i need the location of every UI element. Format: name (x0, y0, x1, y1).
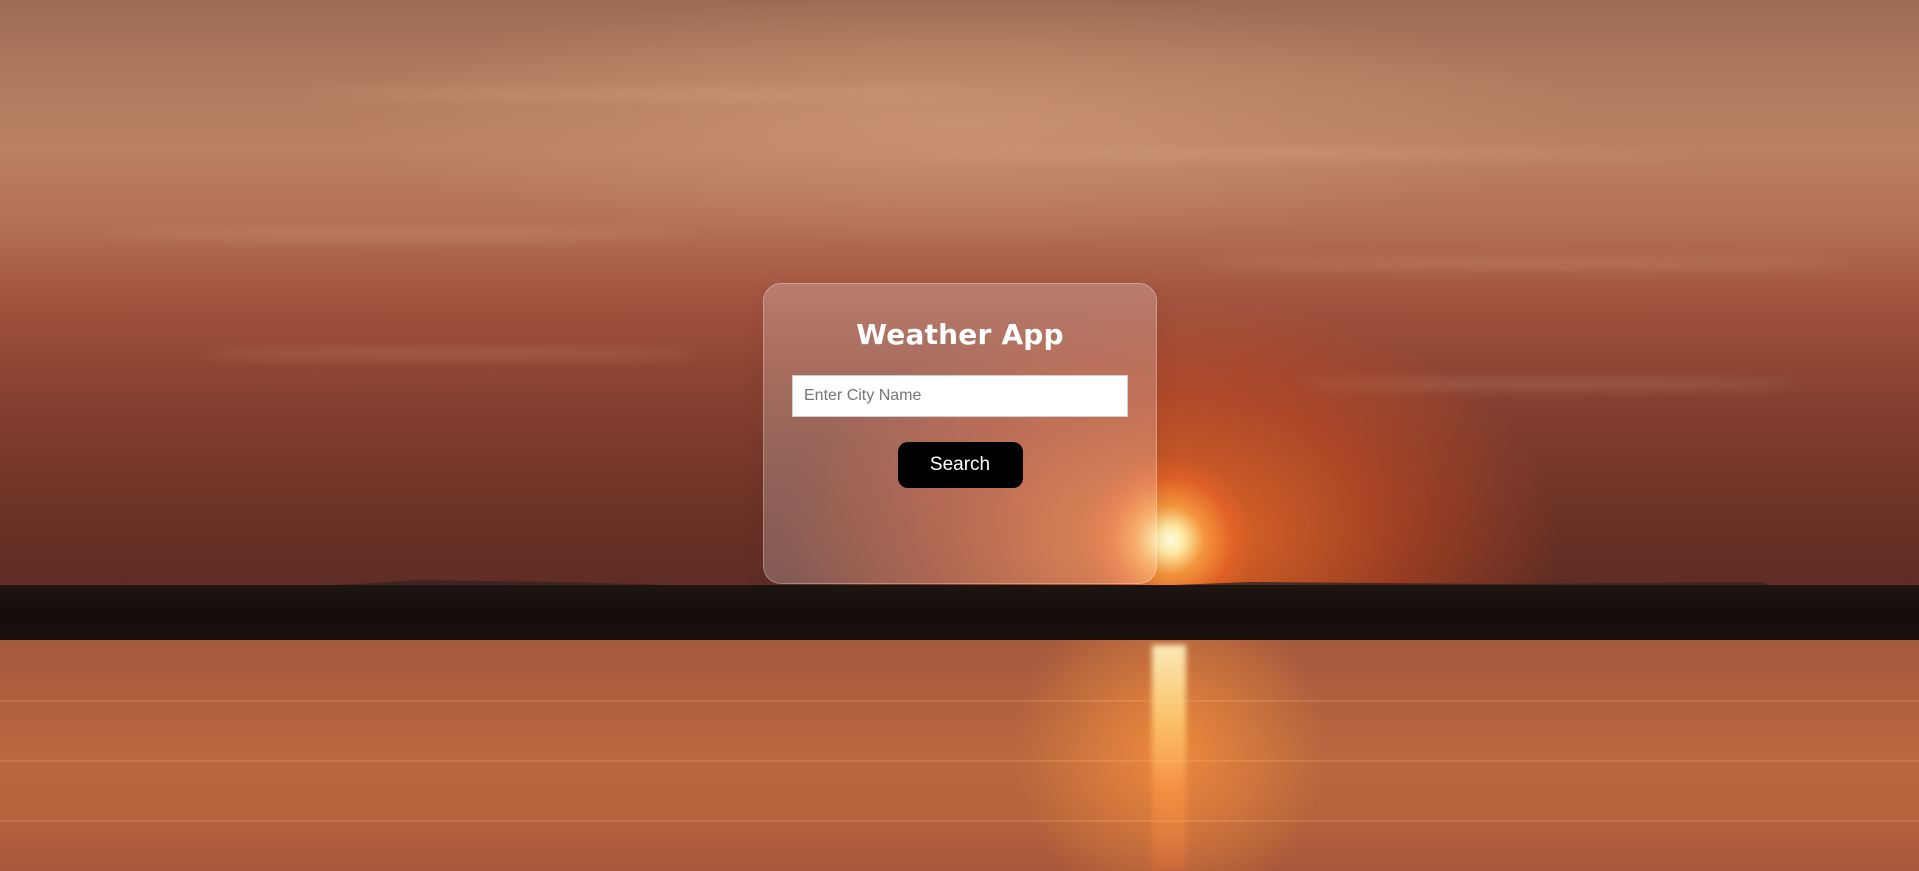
app-title: Weather App (856, 318, 1064, 351)
cloud-streak (1300, 380, 1800, 388)
water-ripple (0, 760, 1919, 762)
lake-water (0, 640, 1919, 871)
treeline (0, 585, 1919, 641)
cloud-streak (900, 150, 1700, 158)
cloud-streak (1200, 260, 1850, 268)
cloud-streak (100, 230, 700, 238)
sun-reflection (1152, 645, 1186, 871)
cloud-streak (300, 90, 1000, 98)
weather-search-card: Weather App Search (763, 283, 1157, 584)
water-ripple (0, 700, 1919, 702)
search-button[interactable]: Search (897, 442, 1023, 488)
city-name-input[interactable] (792, 375, 1128, 417)
water-ripple (0, 820, 1919, 822)
cloud-streak (200, 350, 700, 358)
